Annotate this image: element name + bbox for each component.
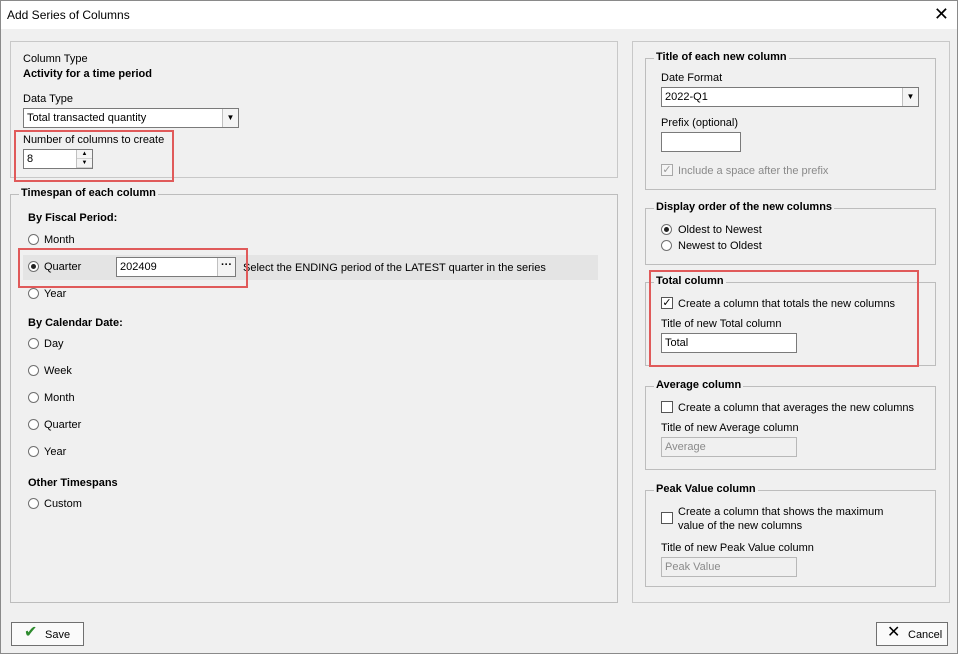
other-heading: Other Timespans bbox=[28, 477, 118, 489]
peak-title-input[interactable]: Peak Value bbox=[661, 557, 797, 577]
date-format-select[interactable]: 2022-Q1 ▼ bbox=[661, 87, 919, 107]
save-label: Save bbox=[45, 629, 71, 641]
radio-fiscal-year[interactable] bbox=[28, 288, 39, 299]
average-column-check-label: Create a column that averages the new co… bbox=[678, 402, 915, 414]
display-order-group: Display order of the new columns Oldest … bbox=[645, 201, 936, 265]
calendar-quarter-label: Quarter bbox=[44, 419, 82, 431]
prefix-input[interactable] bbox=[661, 132, 741, 152]
radio-newest-to-oldest[interactable] bbox=[661, 240, 672, 251]
data-type-value: Total transacted quantity bbox=[27, 112, 147, 124]
highlight-total-column bbox=[649, 270, 919, 367]
space-after-prefix-checkbox[interactable]: ✓ bbox=[661, 164, 673, 176]
oldest-to-newest-label: Oldest to Newest bbox=[678, 224, 762, 236]
quarter-hint: Select the ENDING period of the LATEST q… bbox=[243, 262, 546, 274]
average-column-group: Average column Create a column that aver… bbox=[645, 379, 936, 470]
calendar-heading: By Calendar Date: bbox=[28, 317, 123, 329]
calendar-week-label: Week bbox=[44, 365, 72, 377]
highlight-num-columns bbox=[14, 130, 174, 182]
peak-title-label: Title of new Peak Value column bbox=[661, 542, 814, 554]
radio-calendar-day[interactable] bbox=[28, 338, 39, 349]
calendar-month-label: Month bbox=[44, 392, 75, 404]
peak-column-check-label-1: Create a column that shows the maximum bbox=[678, 506, 884, 518]
cancel-x-icon: ✕ bbox=[887, 624, 901, 641]
radio-custom[interactable] bbox=[28, 498, 39, 509]
peak-column-checkbox[interactable] bbox=[661, 512, 673, 524]
title-group-legend: Title of each new column bbox=[654, 51, 789, 63]
radio-oldest-to-newest[interactable] bbox=[661, 224, 672, 235]
calendar-year-label: Year bbox=[44, 446, 67, 458]
save-button[interactable]: ✔ Save bbox=[11, 622, 84, 646]
title-group: Title of each new column Date Format 202… bbox=[645, 51, 936, 190]
fiscal-heading: By Fiscal Period: bbox=[28, 212, 118, 224]
space-after-prefix-label: Include a space after the prefix bbox=[678, 165, 829, 177]
column-type-label: Column Type bbox=[23, 53, 88, 65]
average-column-legend: Average column bbox=[654, 379, 744, 391]
peak-column-legend: Peak Value column bbox=[654, 483, 758, 495]
average-title-value: Average bbox=[665, 441, 706, 453]
date-format-label: Date Format bbox=[661, 72, 723, 84]
highlight-quarter bbox=[18, 248, 248, 288]
cancel-label: Cancel bbox=[908, 629, 943, 641]
calendar-day-label: Day bbox=[44, 338, 64, 350]
title-bar: Add Series of Columns ✕ bbox=[1, 1, 957, 29]
average-title-label: Title of new Average column bbox=[661, 422, 799, 434]
fiscal-year-label: Year bbox=[44, 288, 67, 300]
radio-calendar-quarter[interactable] bbox=[28, 419, 39, 430]
newest-to-oldest-label: Newest to Oldest bbox=[678, 240, 762, 252]
peak-title-value: Peak Value bbox=[665, 561, 721, 573]
date-format-value: 2022-Q1 bbox=[665, 91, 708, 103]
column-type-value: Activity for a time period bbox=[23, 68, 152, 80]
fiscal-month-label: Month bbox=[44, 234, 75, 246]
display-order-legend: Display order of the new columns bbox=[654, 201, 835, 213]
prefix-label: Prefix (optional) bbox=[661, 117, 739, 129]
timespan-legend: Timespan of each column bbox=[19, 187, 158, 199]
radio-calendar-month[interactable] bbox=[28, 392, 39, 403]
window-title: Add Series of Columns bbox=[7, 8, 130, 22]
peak-column-group: Peak Value column Create a column that s… bbox=[645, 483, 936, 587]
data-type-label: Data Type bbox=[23, 93, 73, 105]
data-type-select[interactable]: Total transacted quantity ▼ bbox=[23, 108, 239, 128]
radio-calendar-year[interactable] bbox=[28, 446, 39, 457]
close-icon[interactable]: ✕ bbox=[934, 4, 949, 24]
radio-fiscal-month[interactable] bbox=[28, 234, 39, 245]
average-title-input[interactable]: Average bbox=[661, 437, 797, 457]
average-column-checkbox[interactable] bbox=[661, 401, 673, 413]
radio-calendar-week[interactable] bbox=[28, 365, 39, 376]
chevron-down-icon[interactable]: ▼ bbox=[902, 88, 918, 106]
peak-column-check-label-2: value of the new columns bbox=[678, 520, 803, 532]
dialog-window: Add Series of Columns ✕ Column Type Acti… bbox=[0, 0, 958, 654]
cancel-button[interactable]: ✕ Cancel bbox=[876, 622, 948, 646]
chevron-down-icon[interactable]: ▼ bbox=[222, 109, 238, 127]
checkmark-icon: ✔ bbox=[24, 624, 38, 641]
custom-label: Custom bbox=[44, 498, 82, 510]
